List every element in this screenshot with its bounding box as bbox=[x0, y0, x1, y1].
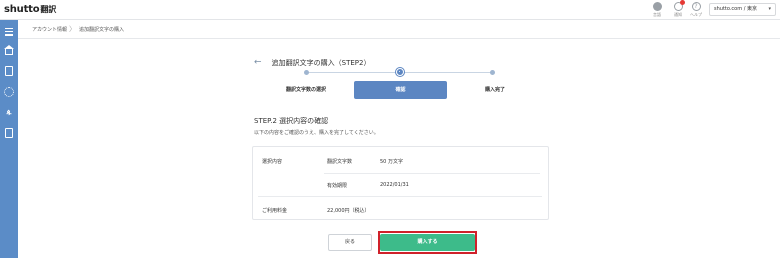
back-button[interactable]: 戻る bbox=[328, 234, 372, 251]
step-complete: 購入完了 bbox=[484, 87, 505, 93]
step-dot-3 bbox=[490, 70, 495, 75]
detail-key-expiry: 有効期限 bbox=[327, 183, 348, 189]
breadcrumb-separator: 〉 bbox=[69, 25, 76, 33]
top-bar: shutto翻訳 言語 通知 ? ヘルプ shutto.com / 東京 ▾ bbox=[0, 0, 780, 20]
breadcrumb-item-current: 追加翻訳文字の購入 bbox=[79, 27, 125, 33]
logo-kana: 翻訳 bbox=[40, 5, 57, 14]
help-label: ヘルプ bbox=[690, 12, 702, 17]
menu-icon[interactable] bbox=[4, 26, 14, 36]
language-label: 言語 bbox=[653, 12, 661, 17]
help-icon: ? bbox=[691, 2, 701, 11]
detail-value-characters: 50 万文字 bbox=[380, 159, 403, 165]
detail-value-expiry: 2022/01/31 bbox=[380, 182, 409, 188]
buy-button[interactable]: 購入する bbox=[380, 234, 475, 251]
detail-divider bbox=[324, 173, 540, 174]
bell-icon bbox=[673, 0, 685, 11]
file-icon[interactable] bbox=[5, 128, 13, 138]
account-select[interactable]: shutto.com / 東京 ▾ bbox=[709, 3, 776, 16]
breadcrumb: アカウント情報 〉 追加翻訳文字の購入 bbox=[18, 20, 780, 39]
step-dot-2 bbox=[396, 68, 404, 76]
home-icon[interactable] bbox=[4, 45, 14, 55]
step-confirm: 確認 bbox=[354, 81, 447, 99]
document-icon[interactable] bbox=[5, 66, 13, 76]
gear-icon[interactable] bbox=[4, 87, 14, 97]
page-title: 追加翻訳文字の購入（STEP2） bbox=[271, 58, 371, 67]
selection-label: 選択内容 bbox=[262, 159, 283, 165]
users-icon[interactable]: ዹ bbox=[4, 107, 14, 117]
account-select-value: shutto.com / 東京 bbox=[714, 6, 757, 12]
back-arrow-icon[interactable]: ← bbox=[254, 58, 262, 68]
section-title: STEP.2 選択内容の確認 bbox=[254, 117, 329, 125]
notification-badge bbox=[679, 0, 685, 5]
step-select-characters: 翻訳文字数の選択 bbox=[285, 87, 326, 93]
logo-text: shutto bbox=[4, 4, 40, 15]
help-button[interactable]: ? ヘルプ bbox=[685, 2, 707, 18]
sidebar: ዹ bbox=[0, 20, 18, 258]
detail-divider bbox=[258, 196, 542, 197]
price-value: 22,000円（税込） bbox=[327, 208, 370, 214]
page-header: ← 追加翻訳文字の購入（STEP2） bbox=[254, 52, 370, 71]
chevron-down-icon: ▾ bbox=[768, 6, 771, 12]
globe-icon bbox=[652, 2, 662, 11]
detail-key-characters: 翻訳文字数 bbox=[327, 159, 353, 165]
section-description: 以下の内容をご確認のうえ、購入を完了してください。 bbox=[254, 130, 379, 136]
breadcrumb-item-account[interactable]: アカウント情報 bbox=[32, 26, 67, 33]
price-label: ご利用料金 bbox=[262, 208, 288, 214]
language-button[interactable]: 言語 bbox=[646, 2, 668, 18]
step-dot-1 bbox=[304, 70, 309, 75]
app-logo[interactable]: shutto翻訳 bbox=[4, 4, 56, 15]
